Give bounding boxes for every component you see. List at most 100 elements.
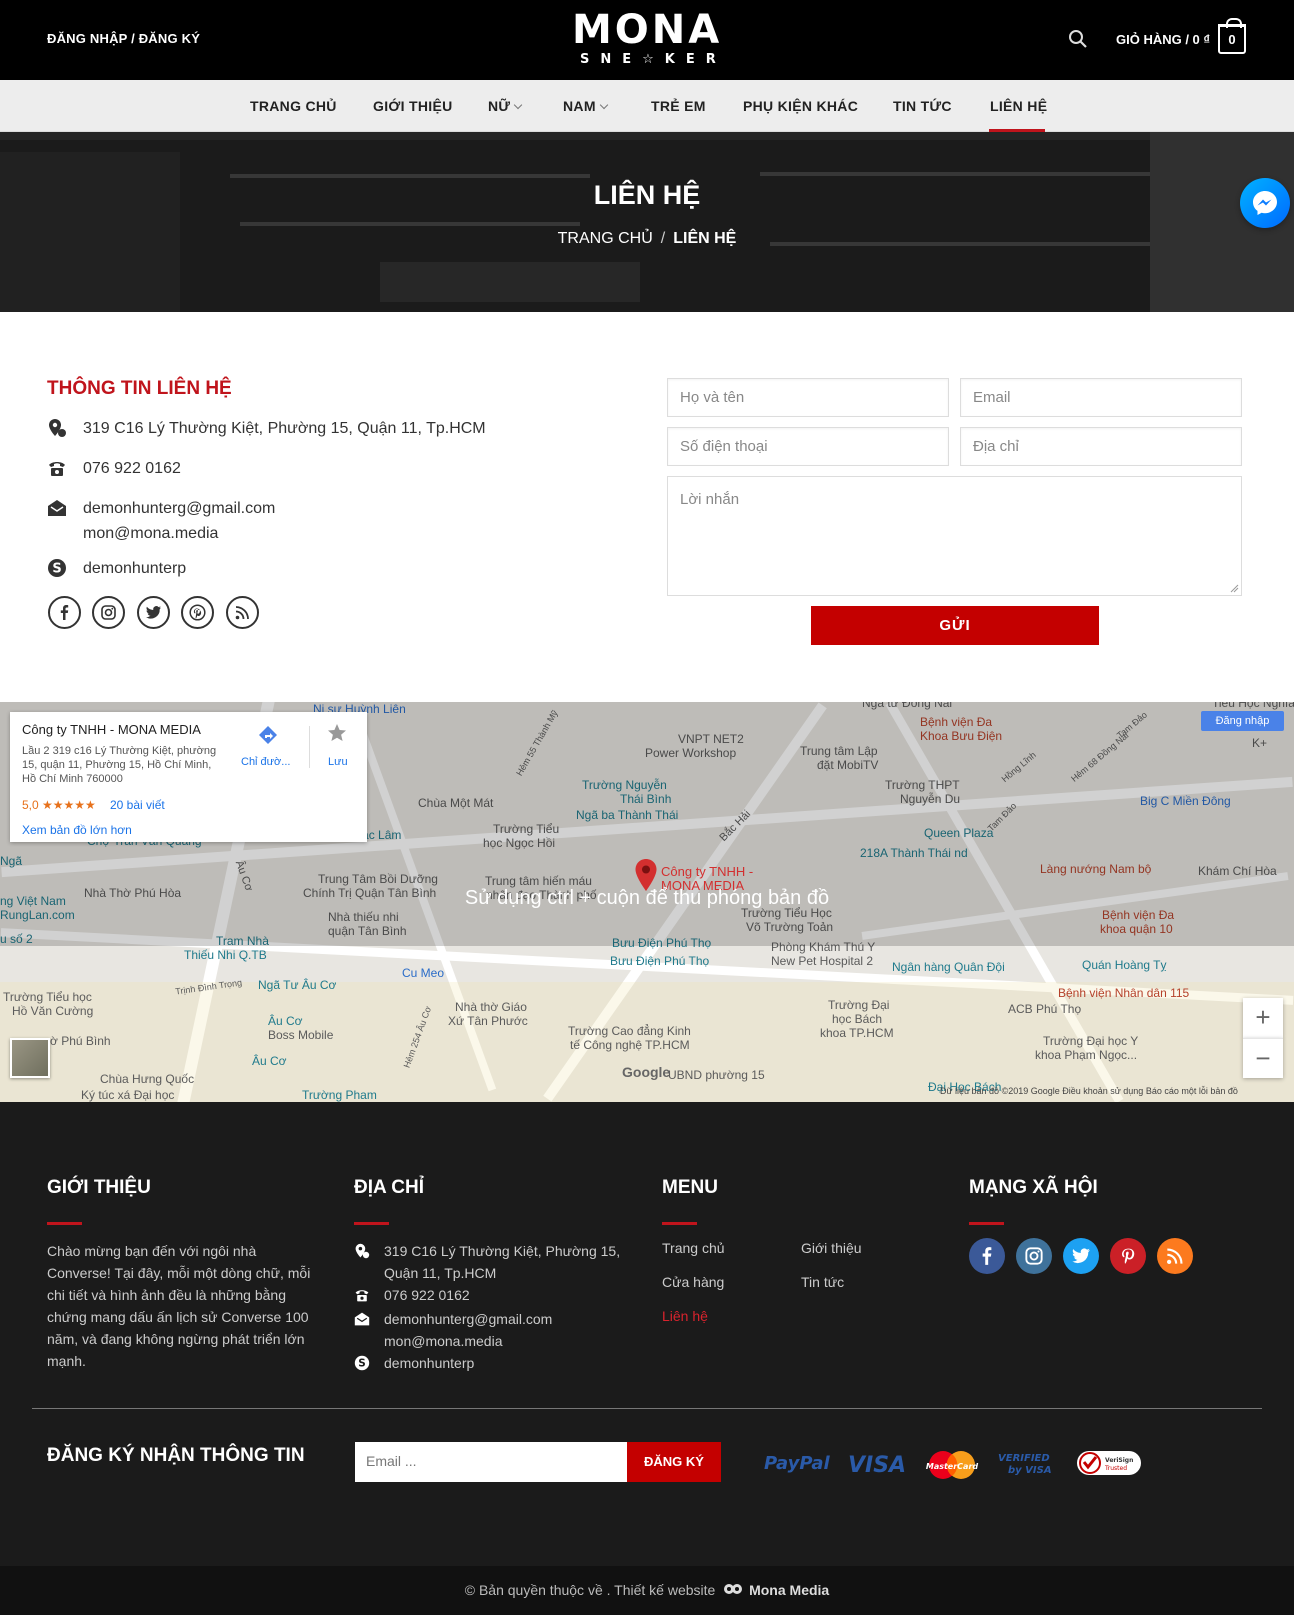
message-placeholder: Lời nhắn	[680, 491, 740, 508]
send-button[interactable]: GỬI	[811, 606, 1099, 645]
footer-facebook-button[interactable]	[969, 1238, 1005, 1274]
social-facebook-button[interactable]	[48, 596, 81, 629]
view-larger-map-link[interactable]: Xem bản đồ lớn hơn	[22, 823, 132, 837]
map-place-label: Xứ Tân Phước	[448, 1014, 528, 1028]
map-satellite-toggle[interactable]	[10, 1038, 50, 1078]
logo-sub-text: SNE☆KER	[580, 52, 727, 67]
footer-about-text: Chào mừng bạn đến với ngôi nhà Converse!…	[47, 1243, 311, 1369]
footer-menu-shop[interactable]: Cửa hàng	[662, 1274, 724, 1290]
footer-menu-news[interactable]: Tin tức	[801, 1274, 844, 1290]
nav-item-men[interactable]: NAM	[563, 98, 609, 114]
map-card-divider	[309, 726, 310, 768]
contact-skype[interactable]: demonhunterp	[83, 558, 186, 580]
visa-text: VISA	[848, 1453, 906, 1478]
footer-heading-underline	[662, 1222, 697, 1225]
nav-item-accessories[interactable]: PHỤ KIỆN KHÁC	[743, 98, 858, 114]
newsletter-title: ĐĂNG KÝ NHẬN THÔNG TIN	[47, 1445, 305, 1466]
login-register-link[interactable]: ĐĂNG NHẬP / ĐĂNG KÝ	[47, 31, 200, 46]
phone-input[interactable]: Số điện thoại	[667, 427, 949, 466]
page-hero-banner: LIÊN HỆ TRANG CHỦ / LIÊN HỆ	[0, 132, 1294, 312]
social-instagram-button[interactable]	[92, 596, 125, 629]
newsletter-email-input[interactable]: Email ...	[355, 1442, 627, 1482]
social-twitter-button[interactable]	[137, 596, 170, 629]
verisign-logo: VeriSign Trusted	[1077, 1451, 1141, 1475]
mastercard-text: MasterCard	[926, 1462, 979, 1471]
copyright-label: © Bản quyền thuộc về . Thiết kế website	[464, 1582, 716, 1598]
nav-item-women[interactable]: NỮ	[488, 98, 523, 114]
map-signin-button[interactable]: Đăng nhập	[1201, 711, 1284, 731]
copyright-text: © Bản quyền thuộc về . Thiết kế website …	[0, 1582, 1294, 1598]
footer-menu-contact[interactable]: Liên hệ	[662, 1308, 708, 1324]
footer-menu-home[interactable]: Trang chủ	[662, 1240, 725, 1256]
cart-link[interactable]: GIỎ HÀNG / 0 ₫	[1116, 32, 1210, 47]
star-save-icon[interactable]	[326, 722, 348, 744]
resize-handle-icon[interactable]	[1230, 584, 1239, 593]
nav-item-about[interactable]: GIỚI THIỆU	[373, 98, 453, 114]
directions-link[interactable]: Chỉ đườ...	[241, 756, 290, 768]
hero-overlay	[0, 132, 1294, 312]
facebook-icon	[60, 605, 69, 620]
contact-email-1[interactable]: demonhunterg@gmail.com	[83, 498, 275, 520]
mona-media-link[interactable]: Mona Media	[749, 1582, 829, 1598]
breadcrumb-current: LIÊN HỆ	[673, 230, 737, 247]
footer-divider	[32, 1408, 1262, 1409]
map-place-label: UBND phường 15	[668, 1068, 765, 1082]
map-place-label: Bệnh viện Nhân dân 115	[1058, 986, 1190, 1000]
nav-item-kids[interactable]: TRẺ EM	[651, 98, 706, 114]
messenger-chat-button[interactable]	[1240, 178, 1290, 228]
nav-item-contact[interactable]: LIÊN HỆ	[990, 98, 1047, 114]
save-place-link[interactable]: Lưu	[328, 756, 348, 768]
footer-about-title: GIỚI THIỆU	[47, 1177, 151, 1198]
footer-twitter-button[interactable]	[1063, 1238, 1099, 1274]
nav-item-home[interactable]: TRANG CHỦ	[250, 98, 337, 114]
google-map-embed[interactable]: Ni sư Huỳnh Liên VNPT NET2 Power Worksho…	[0, 702, 1294, 1102]
name-input[interactable]: Họ và tên	[667, 378, 949, 417]
page-title: LIÊN HỆ	[593, 180, 701, 210]
map-zoom-in-button[interactable]: +	[1243, 998, 1283, 1038]
pinterest-icon	[1122, 1248, 1135, 1264]
footer-email-2[interactable]: mon@mona.media	[384, 1330, 503, 1352]
directions-icon[interactable]	[257, 724, 279, 746]
footer-heading-underline	[47, 1222, 82, 1225]
breadcrumb-home[interactable]: TRANG CHỦ	[558, 230, 653, 247]
twitter-icon	[1072, 1248, 1090, 1264]
footer-email-1[interactable]: demonhunterg@gmail.com	[384, 1308, 552, 1330]
footer-menu-about[interactable]: Giới thiệu	[801, 1240, 862, 1256]
map-place-label: Âu Cơ	[268, 1014, 303, 1028]
by-visa-text: by VISA	[1008, 1465, 1052, 1476]
contact-email-2[interactable]: mon@mona.media	[83, 523, 218, 545]
facebook-icon	[982, 1247, 992, 1265]
address-input[interactable]: Địa chỉ	[960, 427, 1242, 466]
footer-address-title: ĐỊA CHỈ	[354, 1177, 425, 1198]
nav-item-news[interactable]: TIN TỨC	[893, 98, 952, 114]
section-gray-band	[0, 628, 1294, 702]
map-place-label: tế Công nghệ TP.HCM	[570, 1038, 690, 1052]
verisign-text: VeriSign	[1105, 1457, 1133, 1464]
map-zoom-out-button[interactable]: −	[1243, 1038, 1283, 1078]
social-pinterest-button[interactable]	[181, 596, 214, 629]
map-zoom-hint: Sử dụng ctrl + cuộn để thu phóng bản đồ	[464, 887, 830, 909]
breadcrumb-separator: /	[660, 230, 666, 247]
message-textarea[interactable]: Lời nhắn	[667, 476, 1242, 596]
site-logo[interactable]: MONA SNE☆KER	[572, 8, 722, 68]
verified-text: VERIFIED	[998, 1453, 1050, 1464]
map-place-label: Nhà thờ Giáo	[455, 1000, 527, 1014]
map-place-label: Ngân hàng Quân Đội	[892, 960, 1005, 974]
social-rss-button[interactable]	[226, 596, 259, 629]
map-place-label: khoa Phạm Ngọc...	[1035, 1048, 1138, 1062]
main-navigation: TRANG CHỦ GIỚI THIỆU NỮ NAM TRẺ EM PHỤ K…	[0, 80, 1294, 132]
newsletter-subscribe-button[interactable]: ĐĂNG KÝ	[627, 1442, 721, 1482]
email-input[interactable]: Email	[960, 378, 1242, 417]
search-icon[interactable]	[1068, 29, 1088, 49]
footer-instagram-button[interactable]	[1016, 1238, 1052, 1274]
footer-pinterest-button[interactable]	[1110, 1238, 1146, 1274]
map-place-label: Chùa Hưng Quốc	[100, 1072, 195, 1086]
map-card-reviews-link[interactable]: 20 bài viết	[110, 798, 165, 812]
svg-text:S: S	[358, 1358, 365, 1370]
instagram-icon	[1025, 1247, 1043, 1265]
cart-count-badge[interactable]: 0	[1218, 18, 1246, 54]
map-place-label: Trường Đại	[828, 998, 890, 1012]
map-place-label: ờ Phú Bình	[50, 1034, 111, 1048]
footer-heading-underline	[354, 1222, 389, 1225]
footer-rss-button[interactable]	[1157, 1238, 1193, 1274]
